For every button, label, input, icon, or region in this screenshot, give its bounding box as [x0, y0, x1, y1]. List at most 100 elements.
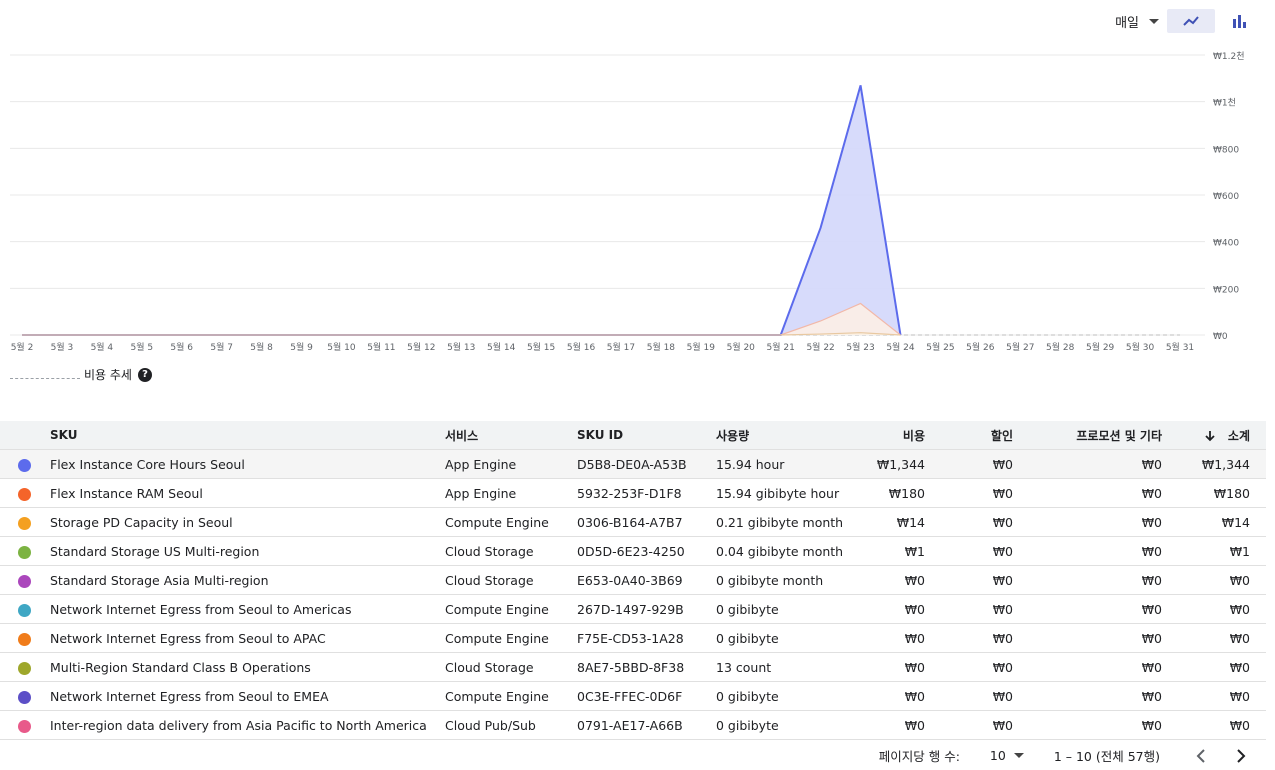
rows-per-page-select[interactable]: 10 — [990, 748, 1024, 763]
x-tick-label: 5월 2 — [11, 341, 34, 353]
table-row[interactable]: Network Internet Egress from Seoul to EM… — [0, 681, 1266, 711]
discount-cell: ₩0 — [925, 594, 1013, 624]
y-tick-label: ₩1.2천 — [1213, 51, 1245, 62]
header-cost[interactable]: 비용 — [903, 429, 925, 443]
x-tick-label: 5월 23 — [846, 341, 874, 353]
x-tick-label: 5월 18 — [647, 341, 676, 353]
cost-value: ₩0 — [904, 659, 925, 675]
series-color-dot — [18, 487, 31, 501]
table-row[interactable]: Storage PD Capacity in Seoul Compute Engi… — [0, 507, 1266, 537]
next-page-button[interactable] — [1226, 748, 1256, 763]
table-row[interactable]: Network Internet Egress from Seoul to Am… — [0, 594, 1266, 624]
series-1-line — [22, 302, 901, 336]
sku-id-cell: 0306-B164-A7B7 — [577, 507, 716, 537]
header-discount[interactable]: 할인 — [925, 421, 1013, 450]
series-color-dot — [18, 516, 31, 530]
bar-chart-icon — [1233, 15, 1246, 28]
usage-value: 0 gibibyte — [716, 630, 779, 646]
line-chart-icon — [1183, 16, 1199, 26]
chevron-right-icon — [1237, 748, 1246, 763]
sku-cell: Inter-region data delivery from Asia Pac… — [50, 710, 445, 740]
table-body: Flex Instance Core Hours Seoul App Engine… — [0, 449, 1266, 740]
table-row[interactable]: Flex Instance RAM Seoul App Engine 5932-25… — [0, 478, 1266, 508]
y-tick-label: ₩600 — [1213, 192, 1239, 202]
series-color-dot — [18, 603, 31, 617]
bar-chart-button[interactable] — [1215, 9, 1263, 33]
table-row[interactable]: Standard Storage US Multi-region Cloud St… — [0, 536, 1266, 566]
x-tick-label: 5월 17 — [607, 341, 635, 353]
sku-id-cell: E653-0A40-3B69 — [577, 565, 716, 595]
line-chart-button[interactable] — [1167, 9, 1215, 33]
table-row[interactable]: Flex Instance Core Hours Seoul App Engine… — [0, 449, 1266, 479]
x-tick-label: 5월 19 — [687, 341, 716, 353]
header-promo[interactable]: 프로모션 및 기타 — [1013, 421, 1162, 450]
usage-cost-cell: 0 gibibyte ₩0 — [716, 681, 925, 711]
sku-cell: Network Internet Egress from Seoul to EM… — [50, 681, 445, 711]
x-tick-label: 5월 26 — [966, 341, 995, 353]
cost-value: ₩1 — [904, 543, 925, 559]
usage-value: 0.04 gibibyte month — [716, 543, 844, 559]
cost-value: ₩0 — [904, 572, 925, 588]
header-subtotal-label: 소계 — [1227, 428, 1250, 443]
granularity-select[interactable]: 매일 — [1115, 12, 1159, 31]
y-tick-label: ₩1천 — [1213, 98, 1236, 109]
usage-value: 15.94 gibibyte hour — [716, 485, 840, 501]
usage-value: 0 gibibyte month — [716, 572, 824, 588]
service-cell: Cloud Storage — [445, 565, 577, 595]
discount-cell: ₩0 — [925, 681, 1013, 711]
table-row[interactable]: Network Internet Egress from Seoul to AP… — [0, 623, 1266, 653]
dot — [0, 507, 50, 537]
prev-page-button[interactable] — [1186, 748, 1216, 763]
usage-value: 15.94 hour — [716, 456, 785, 472]
usage-value: 0 gibibyte — [716, 717, 779, 733]
series-color-dot — [18, 690, 31, 704]
usage-value: 0 gibibyte — [716, 601, 779, 617]
x-tick-label: 5월 10 — [327, 341, 356, 353]
discount-cell: ₩0 — [925, 565, 1013, 595]
usage-cost-cell: 0 gibibyte month ₩0 — [716, 565, 925, 595]
series-color-dot — [18, 719, 31, 733]
header-usage[interactable]: 사용량 — [716, 427, 749, 444]
usage-cost-cell: 0.21 gibibyte month ₩14 — [716, 507, 925, 537]
discount-cell: ₩0 — [925, 478, 1013, 508]
series-0-line — [22, 85, 902, 336]
service-cell: App Engine — [445, 478, 577, 508]
cost-value: ₩0 — [904, 688, 925, 704]
dot — [0, 594, 50, 624]
y-tick-label: ₩400 — [1213, 239, 1239, 249]
cost-value: ₩14 — [896, 514, 925, 530]
series-color-dot — [18, 545, 31, 559]
page-range: 1 – 10 (전체 57행) — [1053, 749, 1160, 764]
help-icon[interactable]: ? — [137, 367, 152, 382]
subtotal-cell: ₩14 — [1162, 507, 1266, 537]
table-row[interactable]: Multi-Region Standard Class B Operations… — [0, 652, 1266, 682]
table-row[interactable]: Inter-region data delivery from Asia Pac… — [0, 710, 1266, 740]
x-tick-label: 5월 8 — [250, 341, 273, 353]
promo-cell: ₩0 — [1013, 565, 1162, 595]
x-tick-label: 5월 14 — [487, 341, 516, 353]
x-tick-label: 5월 16 — [567, 341, 596, 353]
service-cell: Compute Engine — [445, 681, 577, 711]
promo-cell: ₩0 — [1013, 681, 1162, 711]
promo-cell: ₩0 — [1013, 594, 1162, 624]
usage-cost-cell: 0 gibibyte ₩0 — [716, 623, 925, 653]
header-subtotal[interactable]: 소계 — [1162, 421, 1266, 450]
service-cell: Cloud Storage — [445, 536, 577, 566]
promo-cell: ₩0 — [1013, 478, 1162, 508]
x-tick-label: 5월 24 — [886, 341, 915, 353]
sku-cell: Standard Storage US Multi-region — [50, 536, 445, 566]
header-service[interactable]: 서비스 — [445, 421, 577, 450]
x-tick-label: 5월 6 — [170, 341, 193, 353]
table-row[interactable]: Standard Storage Asia Multi-region Cloud … — [0, 565, 1266, 595]
dot — [0, 623, 50, 653]
usage-cost-cell: 13 count ₩0 — [716, 652, 925, 682]
header-sku-id[interactable]: SKU ID — [577, 421, 716, 450]
sku-id-cell: 267D-1497-929B — [577, 594, 716, 624]
sku-id-cell: F75E-CD53-1A28 — [577, 623, 716, 653]
sku-cell: Standard Storage Asia Multi-region — [50, 565, 445, 595]
x-tick-label: 5월 28 — [1046, 341, 1075, 353]
discount-cell: ₩0 — [925, 710, 1013, 740]
usage-cost-cell: 0 gibibyte ₩0 — [716, 710, 925, 740]
header-sku[interactable]: SKU — [50, 421, 445, 450]
series-color-dot — [18, 458, 31, 472]
